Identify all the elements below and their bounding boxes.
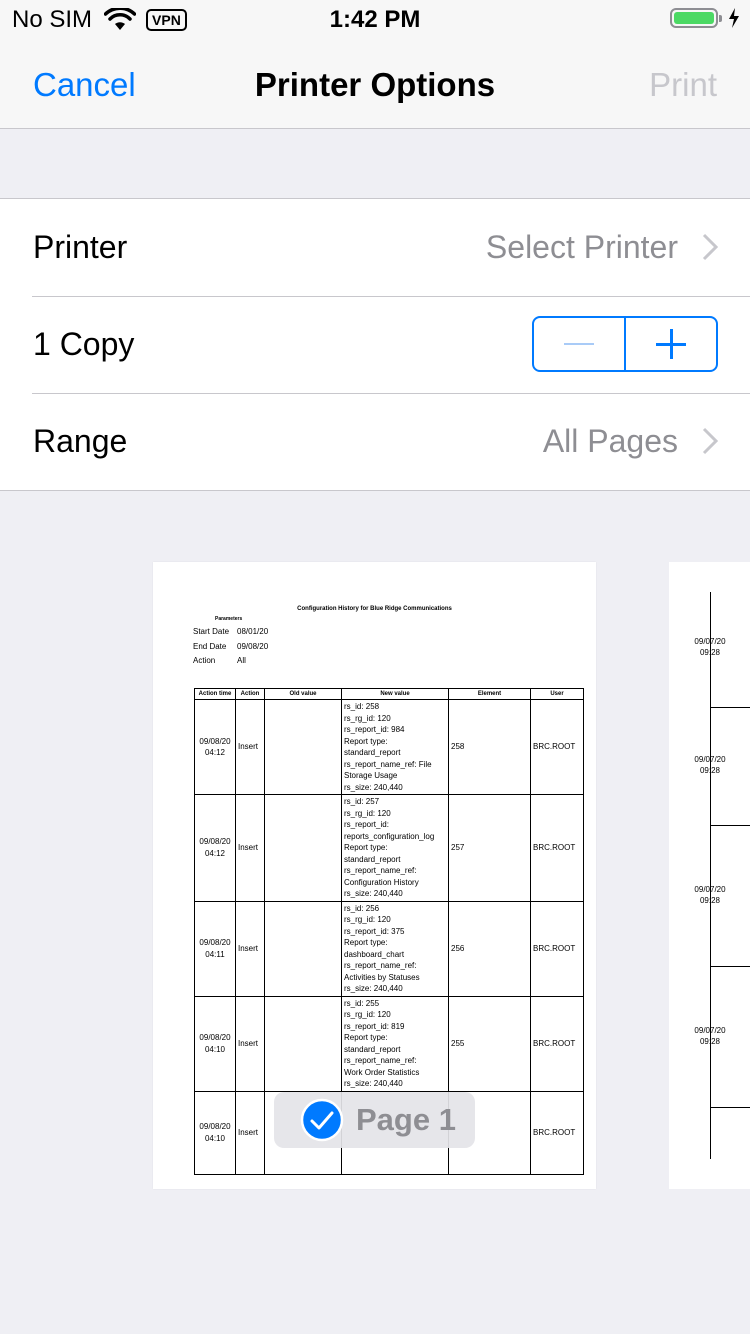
user-cell: BRC.ROOT (530, 995, 584, 1092)
meta-end-date: End Date 09/08/20 (193, 642, 269, 651)
page-number-label: Page 1 (356, 1102, 456, 1137)
old-value-cell (264, 699, 342, 795)
element-cell: 255 (448, 995, 531, 1092)
column-header: Action (235, 688, 265, 700)
decrement-button[interactable] (534, 318, 624, 370)
status-bar-right (670, 8, 740, 28)
navigation-bar: Cancel Printer Options Print (0, 40, 750, 129)
column-header: User (530, 688, 584, 700)
action-cell: Insert (235, 995, 265, 1092)
new-value-cell: rs_id: 258 rs_rg_id: 120 rs_report_id: 984… (341, 699, 449, 795)
user-cell: BRC.ROOT (530, 699, 584, 795)
column-header: Element (448, 688, 531, 700)
old-value-cell (264, 794, 342, 902)
element-cell: 258 (448, 699, 531, 795)
user-cell: BRC.ROOT (530, 900, 584, 997)
cancel-button[interactable]: Cancel (33, 66, 136, 104)
table-row: 09/08/20 04:11 Insert rs_id: 256 rs_rg_id: 1… (194, 900, 584, 997)
range-value: All Pages (542, 423, 678, 459)
battery-icon (670, 8, 722, 28)
new-value-cell: rs_id: 255 rs_rg_id: 120 rs_report_id: 819… (341, 995, 449, 1092)
increment-button[interactable] (624, 318, 716, 370)
element-cell: 256 (448, 900, 531, 997)
charging-bolt-icon (729, 8, 739, 28)
new-value-cell: rs_id: 256 rs_rg_id: 120 rs_report_id: 375… (341, 900, 449, 997)
copies-label: 1 Copy (33, 326, 135, 362)
column-header: Old value (264, 688, 342, 700)
printer-label: Printer (33, 229, 128, 265)
range-label: Range (33, 423, 128, 459)
status-time: 1:42 PM (329, 6, 421, 33)
page-preview-2[interactable]: 09/07/20 09:28 09/07/20 09:28 09/07/20 09:28 0… (669, 562, 750, 1189)
action-time-cell: 09/08/20 04:11 (194, 900, 236, 997)
action-cell: Insert (235, 1090, 265, 1175)
printer-options-group: Printer Select Printer 1 Copy Range All … (0, 198, 750, 491)
chevron-right-icon (702, 233, 718, 261)
print-preview-area[interactable]: Configuration History for Blue Ridge Com… (0, 492, 750, 1334)
meta-action: Action All (193, 656, 246, 665)
new-value-cell: rs_id: 257 rs_rg_id: 120 rs_report_id: repo… (341, 794, 449, 902)
range-row[interactable]: Range All Pages (0, 393, 750, 490)
chevron-right-icon (702, 427, 718, 455)
action-time-cell: 09/08/20 04:12 (194, 794, 236, 902)
action-time-cell: 09/08/20 04:10 (194, 995, 236, 1092)
action-cell: Insert (235, 699, 265, 795)
column-header: New value (341, 688, 449, 700)
copies-row: 1 Copy (0, 296, 750, 393)
action-cell: Insert (235, 794, 265, 902)
document-title: Configuration History for Blue Ridge Com… (297, 606, 452, 612)
page2-date-cell: 09/07/20 09:28 (694, 1026, 726, 1046)
page-selection-badge[interactable]: Page 1 (274, 1092, 475, 1148)
checkmark-circle-icon (300, 1098, 344, 1142)
minus-icon (564, 343, 594, 345)
page2-date-cell: 09/07/20 09:28 (694, 637, 726, 657)
print-button[interactable]: Print (649, 66, 717, 104)
copies-stepper (532, 316, 718, 372)
page2-date-cell: 09/07/20 09:28 (694, 885, 726, 905)
action-time-cell: 09/08/20 04:10 (194, 1090, 236, 1175)
action-time-cell: 09/08/20 04:12 (194, 699, 236, 795)
table-row: 09/08/20 04:10 Insert rs_id: 255 rs_rg_id: 1… (194, 995, 584, 1092)
user-cell: BRC.ROOT (530, 1090, 584, 1175)
page2-date-cell: 09/07/20 09:28 (694, 755, 726, 775)
printer-row[interactable]: Printer Select Printer (0, 199, 750, 296)
element-cell: 257 (448, 794, 531, 902)
status-bar: No SIM VPN 1:42 PM (0, 0, 750, 40)
action-cell: Insert (235, 900, 265, 997)
table-row: 09/08/20 04:12 Insert rs_id: 257 rs_rg_id: 1… (194, 794, 584, 902)
parameters-heading: Parameters (215, 616, 243, 622)
old-value-cell (264, 900, 342, 997)
column-header: Action time (194, 688, 236, 700)
old-value-cell (264, 995, 342, 1092)
user-cell: BRC.ROOT (530, 794, 584, 902)
meta-start-date: Start Date 08/01/20 (193, 627, 269, 636)
table-row: 09/08/20 04:12 Insert rs_id: 258 rs_rg_id: 1… (194, 699, 584, 795)
printer-value: Select Printer (485, 229, 678, 265)
